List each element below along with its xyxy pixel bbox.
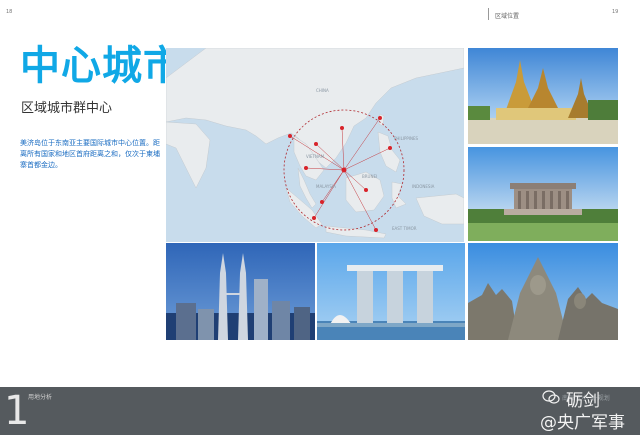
map-label-malaysia: MALAYSIA xyxy=(316,184,336,189)
watermark-line2: @央广军事 xyxy=(540,413,625,433)
chapter-number: 1 xyxy=(4,388,30,434)
java xyxy=(325,225,387,239)
marina-bay-sands-photo xyxy=(317,243,465,340)
map-label-brunei: BRUNEI xyxy=(362,174,377,179)
grand-palace-photo xyxy=(468,48,618,144)
page-subtitle: 区域城市群中心 xyxy=(21,101,113,116)
map-label-east-timor: EAST TIMOR xyxy=(392,226,417,231)
india xyxy=(166,121,211,189)
map-label-china: CHINA xyxy=(316,88,329,93)
bayon-temple-photo xyxy=(468,243,618,340)
asia-mainland xyxy=(166,48,464,169)
mausoleum-photo xyxy=(468,147,618,241)
section-tag: 区域位置 xyxy=(488,8,601,20)
page: 18 区域位置 19 中心城市 区域城市群中心 美济岛位于东南亚主要国际城市中心… xyxy=(0,0,640,435)
section-label: 区域位置 xyxy=(495,13,520,20)
region-map: CHINA PHILIPPINES VIETNAM MALAYSIA INDON… xyxy=(166,48,464,242)
region-map-svg: CHINA PHILIPPINES VIETNAM MALAYSIA INDON… xyxy=(166,48,464,239)
page-title: 中心城市 xyxy=(20,43,184,89)
petronas-towers-photo xyxy=(166,243,315,340)
page-number-right: 19 xyxy=(612,9,619,15)
new-guinea xyxy=(415,193,464,225)
page-number-left: 18 xyxy=(6,9,13,15)
description-text: 美济岛位于东南亚主要国际城市中心位置。距离所有国家和地区首府距离之和，仅次于柬埔… xyxy=(20,139,160,169)
wechat-icon xyxy=(542,390,560,404)
chapter-label: 用地分析 xyxy=(28,394,53,401)
map-label-indonesia: INDONESIA xyxy=(412,184,435,189)
sulawesi xyxy=(391,181,407,209)
map-label-vietnam: VIETNAM xyxy=(306,154,325,159)
map-label-philippines: PHILIPPINES xyxy=(394,136,419,141)
